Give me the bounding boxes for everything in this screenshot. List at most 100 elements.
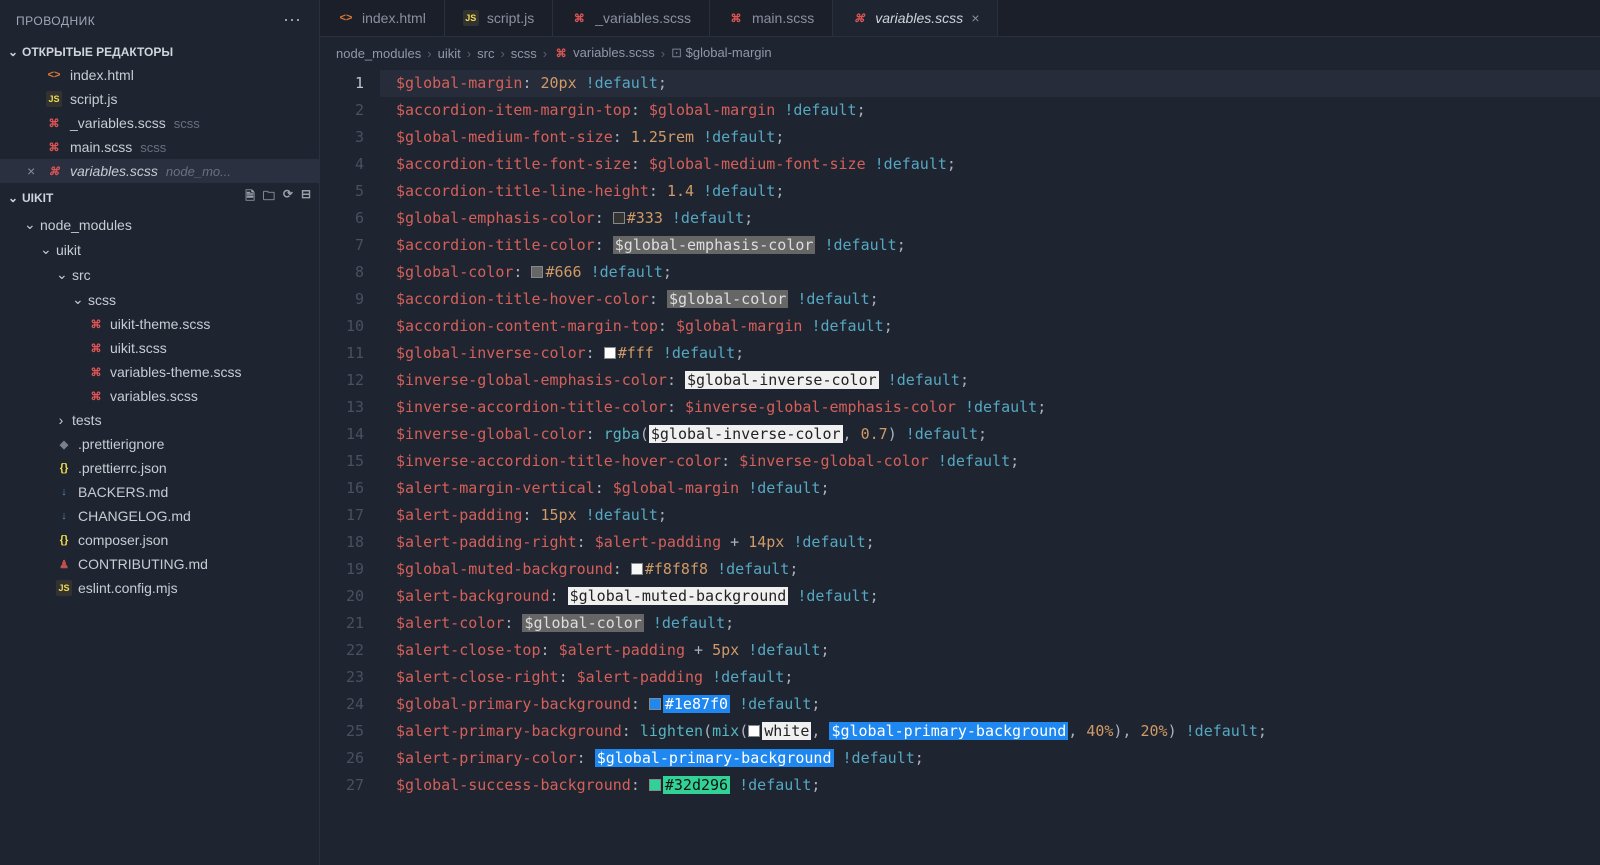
code-line[interactable]: $alert-background: $global-muted-backgro… — [380, 583, 1600, 610]
open-editors-header[interactable]: ⌄ ОТКРЫТЫЕ РЕДАКТОРЫ — [0, 41, 319, 63]
open-editor-item[interactable]: JSscript.js — [0, 87, 319, 111]
line-number: 6 — [320, 205, 364, 232]
close-icon[interactable]: × — [24, 163, 38, 179]
breadcrumb-segment[interactable]: node_modules — [336, 46, 421, 61]
refresh-icon[interactable]: ⟳ — [283, 187, 293, 208]
code-line[interactable]: $accordion-item-margin-top: $global-marg… — [380, 97, 1600, 124]
chevron-right-icon: › — [56, 412, 66, 428]
code-line[interactable]: $accordion-title-color: $global-emphasis… — [380, 232, 1600, 259]
code-line[interactable]: $alert-primary-background: lighten(mix(w… — [380, 718, 1600, 745]
code-line[interactable]: $accordion-title-font-size: $global-medi… — [380, 151, 1600, 178]
tab[interactable]: <>index.html — [320, 0, 445, 36]
open-editor-item[interactable]: <> index.html — [0, 63, 319, 87]
breadcrumb-segment[interactable]: ⊡ $global-margin — [671, 45, 772, 61]
breadcrumb-segment[interactable]: scss — [511, 46, 537, 61]
tab[interactable]: JSscript.js — [445, 0, 553, 36]
code-line[interactable]: $alert-padding: 15px !default; — [380, 502, 1600, 529]
file-item[interactable]: ⌘uikit.scss — [0, 336, 319, 360]
breadcrumb-segment[interactable]: ⌘variables.scss — [553, 45, 655, 62]
line-number: 7 — [320, 232, 364, 259]
code-line[interactable]: $global-emphasis-color: #333 !default; — [380, 205, 1600, 232]
code-line[interactable]: $global-color: #666 !default; — [380, 259, 1600, 286]
item-label: CONTRIBUTING.md — [78, 556, 208, 572]
open-editors-label: ОТКРЫТЫЕ РЕДАКТОРЫ — [22, 45, 173, 59]
file-item[interactable]: ⌘variables.scss — [0, 384, 319, 408]
code-line[interactable]: $inverse-accordion-title-color: $inverse… — [380, 394, 1600, 421]
explorer-more-icon[interactable]: ⋯ — [283, 10, 303, 31]
line-number: 8 — [320, 259, 364, 286]
tab[interactable]: ⌘_variables.scss — [553, 0, 710, 36]
html-icon: <> — [46, 67, 62, 83]
open-editor-item[interactable]: ⌘_variables.scssscss — [0, 111, 319, 135]
code-line[interactable]: $accordion-title-hover-color: $global-co… — [380, 286, 1600, 313]
code-line[interactable]: $inverse-accordion-title-hover-color: $i… — [380, 448, 1600, 475]
file-item[interactable]: ⌘variables-theme.scss — [0, 360, 319, 384]
scss-icon: ⌘ — [571, 10, 587, 26]
new-file-icon[interactable]: 🗎 — [245, 187, 255, 208]
file-name: main.scss — [70, 139, 132, 155]
tab-label: script.js — [487, 10, 534, 26]
tab[interactable]: ⌘variables.scss× — [833, 0, 998, 36]
code-line[interactable]: $alert-close-top: $alert-padding + 5px !… — [380, 637, 1600, 664]
code-line[interactable]: $global-success-background: #32d296 !def… — [380, 772, 1600, 799]
code-line[interactable]: $global-primary-background: #1e87f0 !def… — [380, 691, 1600, 718]
item-label: uikit.scss — [110, 340, 167, 356]
code-line[interactable]: $alert-close-right: $alert-padding !defa… — [380, 664, 1600, 691]
new-folder-icon[interactable]: 🗀 — [263, 187, 275, 208]
breadcrumb[interactable]: node_modules›uikit›src›scss›⌘variables.s… — [320, 37, 1600, 70]
line-number: 26 — [320, 745, 364, 772]
code-line[interactable]: $alert-padding-right: $alert-padding + 1… — [380, 529, 1600, 556]
breadcrumb-segment[interactable]: uikit — [438, 46, 461, 61]
open-editor-item[interactable]: ×⌘variables.scssnode_mo... — [0, 159, 319, 183]
code-line[interactable]: $global-medium-font-size: 1.25rem !defau… — [380, 124, 1600, 151]
tab-label: main.scss — [752, 10, 814, 26]
file-item[interactable]: ♟CONTRIBUTING.md — [0, 552, 319, 576]
code-line[interactable]: $global-inverse-color: #fff !default; — [380, 340, 1600, 367]
item-label: tests — [72, 412, 102, 428]
folder-item[interactable]: ⌄uikit — [0, 237, 319, 262]
folder-item[interactable]: ⌄node_modules — [0, 212, 319, 237]
code-line[interactable]: $alert-primary-color: $global-primary-ba… — [380, 745, 1600, 772]
color-swatch — [631, 563, 643, 575]
close-icon[interactable]: × — [971, 10, 979, 26]
line-number: 12 — [320, 367, 364, 394]
code-line[interactable]: $alert-margin-vertical: $global-margin !… — [380, 475, 1600, 502]
project-header[interactable]: ⌄ UIKIT 🗎 🗀 ⟳ ⊟ — [0, 183, 319, 212]
breadcrumb-segment[interactable]: src — [477, 46, 494, 61]
chevron-down-icon: ⌄ — [8, 191, 18, 205]
code-line[interactable]: $alert-color: $global-color !default; — [380, 610, 1600, 637]
breadcrumb-separator: › — [661, 46, 665, 61]
line-number: 5 — [320, 178, 364, 205]
folder-item[interactable]: › tests — [0, 408, 319, 432]
breadcrumb-separator: › — [427, 46, 431, 61]
tab[interactable]: ⌘main.scss — [710, 0, 833, 36]
open-editor-item[interactable]: ⌘main.scssscss — [0, 135, 319, 159]
code-line[interactable]: $accordion-content-margin-top: $global-m… — [380, 313, 1600, 340]
file-item[interactable]: ↓CHANGELOG.md — [0, 504, 319, 528]
code-line[interactable]: $accordion-title-line-height: 1.4 !defau… — [380, 178, 1600, 205]
code-line[interactable]: $global-muted-background: #f8f8f8 !defau… — [380, 556, 1600, 583]
folder-item[interactable]: ⌄src — [0, 262, 319, 287]
file-item[interactable]: {}composer.json — [0, 528, 319, 552]
line-number: 17 — [320, 502, 364, 529]
file-item[interactable]: ◆.prettierignore — [0, 432, 319, 456]
line-number: 22 — [320, 637, 364, 664]
code-line[interactable]: $global-margin: 20px !default; — [380, 70, 1600, 97]
editor[interactable]: 1234567891011121314151617181920212223242… — [320, 70, 1600, 865]
collapse-icon[interactable]: ⊟ — [301, 187, 311, 208]
file-item[interactable]: JSeslint.config.mjs — [0, 576, 319, 600]
scss-icon: ⌘ — [88, 388, 104, 404]
code-line[interactable]: $inverse-global-emphasis-color: $global-… — [380, 367, 1600, 394]
file-item[interactable]: ⌘uikit-theme.scss — [0, 312, 319, 336]
color-swatch — [748, 725, 760, 737]
file-item[interactable]: {}.prettierrc.json — [0, 456, 319, 480]
code-line[interactable]: $inverse-global-color: rgba($global-inve… — [380, 421, 1600, 448]
file-path: node_mo... — [166, 164, 231, 179]
breadcrumb-separator: › — [467, 46, 471, 61]
folder-item[interactable]: ⌄scss — [0, 287, 319, 312]
color-swatch — [649, 779, 661, 791]
file-item[interactable]: ↓BACKERS.md — [0, 480, 319, 504]
line-number: 24 — [320, 691, 364, 718]
code-content[interactable]: $global-margin: 20px !default;$accordion… — [380, 70, 1600, 865]
file-name: index.html — [70, 67, 134, 83]
